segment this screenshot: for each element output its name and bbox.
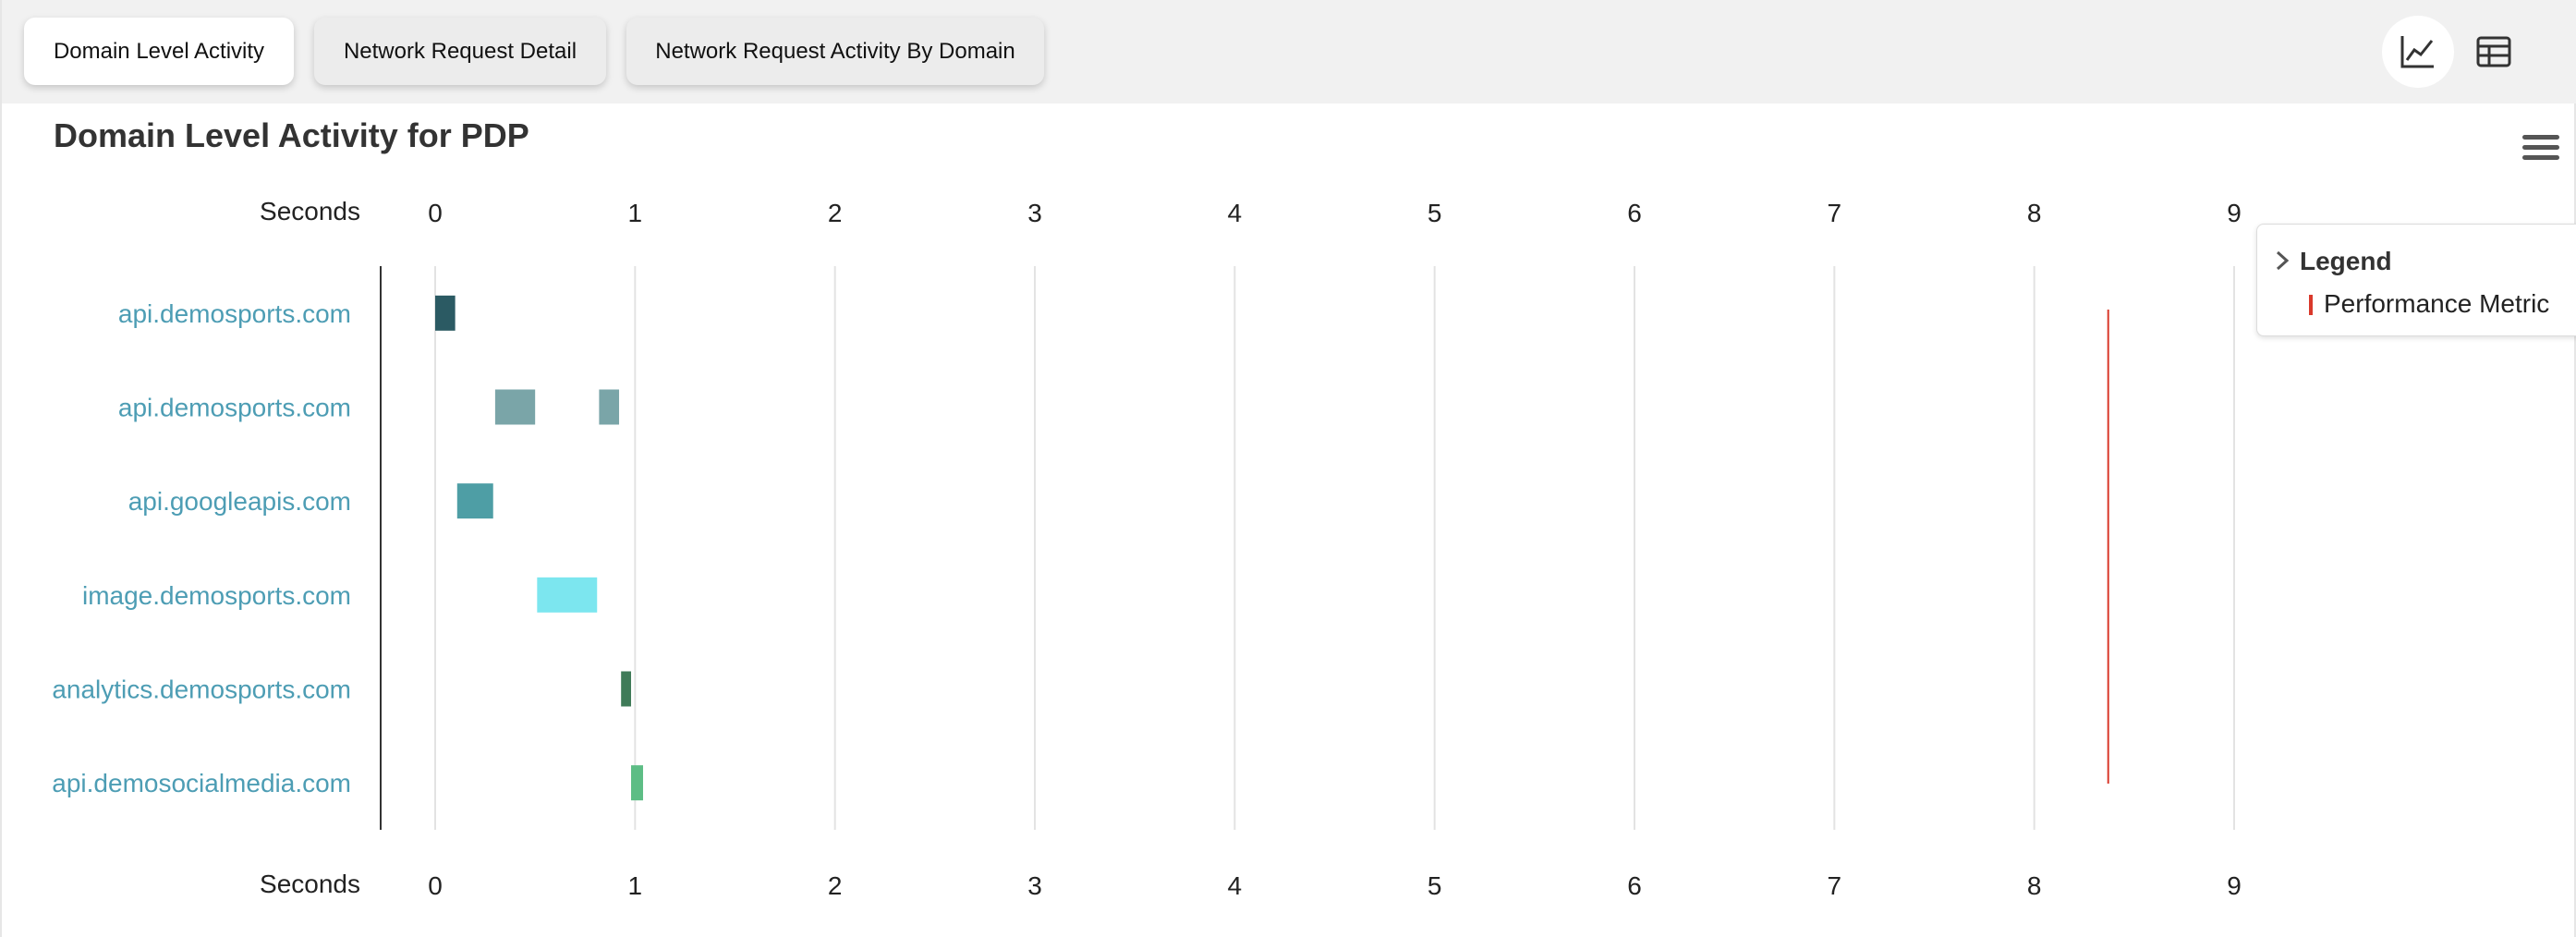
x-tick-label-bottom: 6 (1627, 871, 1642, 900)
category-label[interactable]: api.demosocialmedia.com (52, 769, 351, 797)
x-tick-label-bottom: 0 (428, 871, 443, 900)
legend: Legend Performance Metric (2256, 224, 2576, 336)
x-tick-label-top: 7 (1828, 199, 1842, 227)
activity-bar (599, 389, 620, 425)
activity-bar (435, 295, 456, 331)
category-label[interactable]: api.googleapis.com (128, 487, 351, 516)
activity-bar (537, 577, 598, 613)
activity-bar (621, 671, 632, 707)
x-tick-label-top: 1 (628, 199, 643, 227)
x-tick-label-bottom: 3 (1027, 871, 1042, 900)
x-tick-label-top: 4 (1228, 199, 1243, 227)
x-tick-label-bottom: 8 (2027, 871, 2042, 900)
x-tick-label-top: 5 (1428, 199, 1442, 227)
activity-bar (631, 765, 643, 801)
x-tick-label-top: 0 (428, 199, 443, 227)
x-axis-title-top: Seconds (260, 197, 360, 225)
category-label[interactable]: api.demosports.com (118, 299, 351, 328)
x-tick-label-bottom: 4 (1228, 871, 1243, 900)
category-label[interactable]: image.demosports.com (82, 581, 351, 610)
x-tick-label-top: 8 (2027, 199, 2042, 227)
page: Domain Level Activity Network Request De… (0, 0, 2576, 937)
x-tick-label-top: 2 (828, 199, 843, 227)
x-tick-label-top: 3 (1027, 199, 1042, 227)
chart-plot: Seconds Seconds 0 0 1 1 2 2 3 3 4 4 5 5 6 6 7 7 8 8 9 9 api.de… (52, 197, 2242, 900)
x-tick-label-bottom: 1 (628, 871, 643, 900)
x-tick-label-bottom: 5 (1428, 871, 1442, 900)
legend-swatch (2309, 295, 2313, 315)
chevron-right-icon[interactable] (2270, 249, 2294, 273)
x-tick-label-top: 9 (2227, 199, 2242, 227)
category-label[interactable]: api.demosports.com (118, 394, 351, 422)
x-tick-label-top: 6 (1627, 199, 1642, 227)
x-axis-title-bottom: Seconds (260, 870, 360, 898)
x-tick-label-bottom: 7 (1828, 871, 1842, 900)
x-tick-label-bottom: 9 (2227, 871, 2242, 900)
legend-item-performance-metric[interactable]: Performance Metric (2324, 289, 2549, 319)
activity-bar (456, 483, 493, 519)
legend-title: Legend (2300, 247, 2392, 275)
activity-bar (494, 389, 536, 425)
category-label[interactable]: analytics.demosports.com (52, 675, 351, 704)
x-tick-label-bottom: 2 (828, 871, 843, 900)
